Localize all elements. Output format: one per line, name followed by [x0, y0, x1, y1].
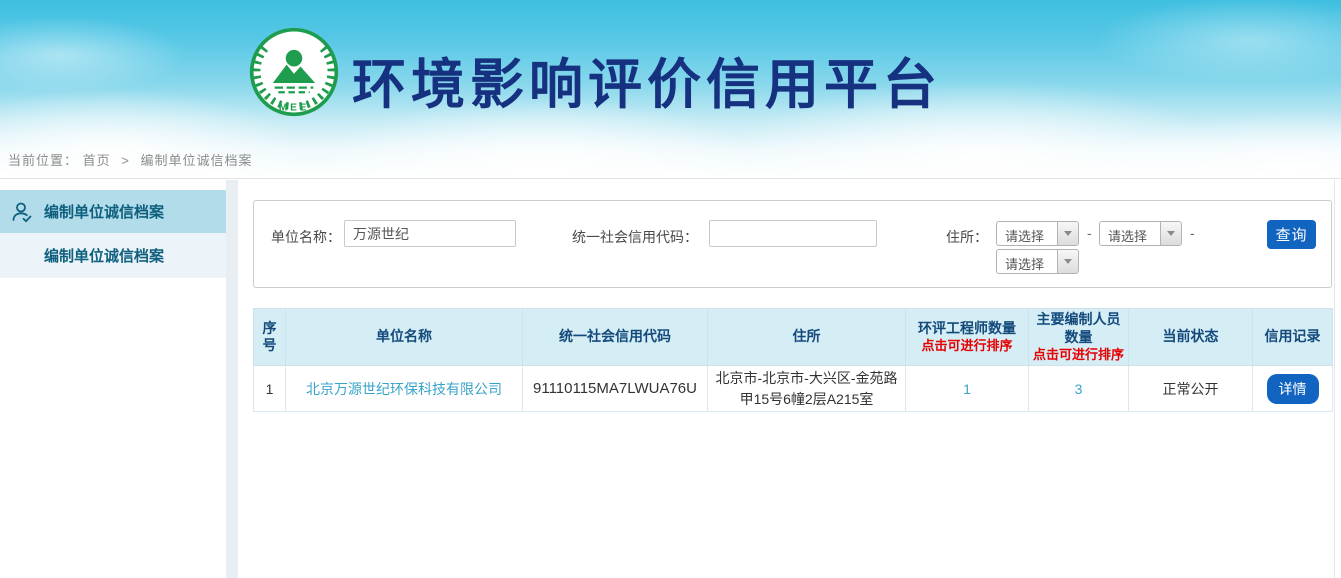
company-name-input[interactable]	[344, 220, 516, 247]
company-name-label: 单位名称：	[271, 227, 341, 247]
chevron-down-icon[interactable]	[1160, 222, 1181, 245]
address-separator-1: -	[1087, 225, 1092, 241]
detail-button[interactable]: 详情	[1267, 374, 1319, 404]
chevron-down-icon[interactable]	[1057, 222, 1078, 245]
address-province-select[interactable]: 请选择	[996, 221, 1079, 246]
address-cell: 北京市-北京市-大兴区-金苑路甲15号6幢2层A215室	[708, 366, 906, 412]
editor-sort-hint[interactable]: 点击可进行排序	[1031, 347, 1126, 363]
company-link[interactable]: 北京万源世纪环保科技有限公司	[306, 381, 502, 397]
breadcrumb: 当前位置： 首页 > 编制单位诚信档案	[8, 150, 253, 169]
header-editor-count[interactable]: 主要编制人员数量 点击可进行排序	[1029, 309, 1129, 366]
seq-cell: 1	[254, 366, 286, 412]
query-button[interactable]: 查询	[1267, 220, 1316, 249]
header-credit-record: 信用记录	[1253, 309, 1333, 366]
mee-logo-icon: MEE	[248, 26, 340, 118]
header-credit-code: 统一社会信用代码	[523, 309, 708, 366]
search-panel: 单位名称： 统一社会信用代码： 住所： 请选择 - 请选择 - 请选择 查询	[253, 200, 1332, 288]
chevron-down-icon[interactable]	[1057, 250, 1078, 273]
results-table: 序号 单位名称 统一社会信用代码 住所 环评工程师数量 点击可进行排序 主要编制…	[253, 308, 1333, 412]
address-district-select[interactable]: 请选择	[996, 249, 1079, 274]
sidebar-divider	[226, 180, 238, 578]
header-status: 当前状态	[1129, 309, 1253, 366]
address-separator-2: -	[1190, 225, 1195, 241]
engineer-count-link[interactable]: 1	[963, 381, 971, 397]
sidebar-section-header[interactable]: 编制单位诚信档案	[0, 190, 226, 233]
page-title: 环境影响评价信用平台	[352, 40, 942, 119]
address-province-value: 请选择	[997, 222, 1057, 245]
breadcrumb-separator: >	[121, 153, 130, 168]
breadcrumb-label: 当前位置：	[8, 153, 78, 168]
header-seq: 序号	[254, 309, 286, 366]
content-right-edge	[1334, 180, 1335, 578]
breadcrumb-current: 编制单位诚信档案	[141, 153, 253, 168]
status-cell: 正常公开	[1129, 366, 1253, 412]
header-company: 单位名称	[286, 309, 523, 366]
user-check-icon	[10, 200, 34, 224]
credit-code-input[interactable]	[709, 220, 877, 247]
address-city-select[interactable]: 请选择	[1099, 221, 1182, 246]
address-city-value: 请选择	[1100, 222, 1160, 245]
header-engineer-count[interactable]: 环评工程师数量 点击可进行排序	[906, 309, 1029, 366]
logo-text: MEE	[279, 103, 309, 114]
credit-code-cell: 91110115MA7LWUA76U	[523, 366, 708, 412]
sidebar-section-label: 编制单位诚信档案	[44, 201, 164, 222]
address-label: 住所：	[946, 227, 988, 247]
engineer-sort-hint[interactable]: 点击可进行排序	[908, 338, 1026, 354]
sidebar-item-label: 编制单位诚信档案	[44, 245, 164, 266]
table-header-row: 序号 单位名称 统一社会信用代码 住所 环评工程师数量 点击可进行排序 主要编制…	[254, 309, 1333, 366]
header-engineer-count-label: 环评工程师数量	[918, 320, 1016, 336]
site-header: MEE 环境影响评价信用平台 当前位置： 首页 > 编制单位诚信档案	[0, 0, 1341, 179]
sidebar-item-archive[interactable]: 编制单位诚信档案	[0, 233, 226, 278]
credit-code-label: 统一社会信用代码：	[572, 227, 698, 247]
header-editor-count-label: 主要编制人员数量	[1037, 311, 1121, 345]
editor-count-link[interactable]: 3	[1075, 381, 1083, 397]
breadcrumb-home-link[interactable]: 首页	[83, 153, 111, 168]
address-district-value: 请选择	[997, 250, 1057, 273]
header-address: 住所	[708, 309, 906, 366]
table-row: 1 北京万源世纪环保科技有限公司 91110115MA7LWUA76U 北京市-…	[254, 366, 1333, 412]
